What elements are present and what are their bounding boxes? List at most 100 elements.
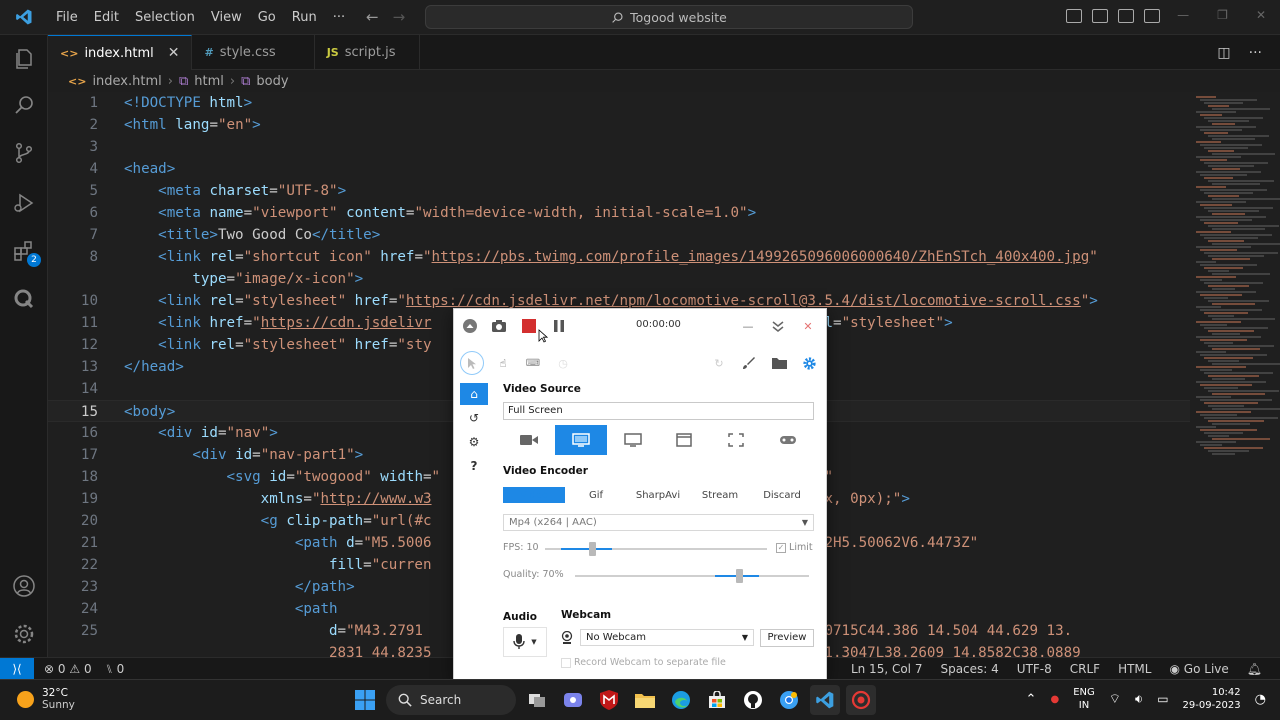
- line-ending[interactable]: CRLF: [1070, 662, 1100, 676]
- region-source-icon[interactable]: [710, 425, 762, 455]
- source-control-icon[interactable]: [12, 141, 36, 165]
- weather-widget[interactable]: 32°C Sunny: [17, 687, 75, 711]
- account-icon[interactable]: [12, 574, 36, 598]
- mcafee-icon[interactable]: [594, 685, 624, 715]
- code-line[interactable]: 1 <!DOCTYPE html>: [48, 92, 1190, 114]
- minimize-icon[interactable]: —: [1177, 8, 1189, 22]
- fps-slider-thumb[interactable]: [588, 542, 596, 556]
- code-line[interactable]: 5 <meta charset="UTF-8">: [48, 180, 1190, 202]
- explorer-icon[interactable]: [12, 47, 36, 71]
- gear-icon[interactable]: ⚙: [460, 431, 488, 453]
- record-webcam-option[interactable]: Record Webcam to separate file: [561, 657, 726, 668]
- webcam-select[interactable]: No Webcam ▼: [580, 629, 754, 646]
- wifi-icon[interactable]: ⌔: [1109, 691, 1121, 707]
- preview-button[interactable]: Preview: [760, 629, 814, 647]
- quality-slider-thumb[interactable]: [735, 569, 743, 583]
- battery-icon[interactable]: ▭: [1157, 692, 1168, 706]
- camera-source-icon[interactable]: [503, 425, 555, 455]
- close-window-icon[interactable]: ✕: [1256, 8, 1266, 22]
- monitor-source-icon[interactable]: [607, 425, 659, 455]
- history-icon[interactable]: ↺: [460, 407, 488, 429]
- more-actions-icon[interactable]: ···: [1249, 45, 1262, 61]
- menu-view[interactable]: View: [203, 10, 250, 25]
- toggle-panel-icon[interactable]: [1092, 9, 1108, 23]
- collapse-up-icon[interactable]: [461, 317, 479, 335]
- brush-icon[interactable]: [740, 354, 758, 372]
- search-view-icon[interactable]: [12, 93, 36, 117]
- run-debug-icon[interactable]: [12, 191, 36, 215]
- tab-script-js[interactable]: JS script.js: [315, 35, 421, 70]
- breadcrumb-item[interactable]: html: [194, 74, 224, 89]
- tab-index-html[interactable]: <> index.html ✕: [48, 35, 193, 70]
- collapse-double-chevron-icon[interactable]: [769, 317, 787, 335]
- remote-indicator-icon[interactable]: ⟩⟨: [0, 657, 34, 680]
- record-webcam-checkbox[interactable]: [561, 657, 571, 668]
- hand-click-icon[interactable]: ☝: [494, 354, 512, 372]
- windows-start-icon[interactable]: [350, 685, 380, 715]
- code-line[interactable]: 4 <head>: [48, 158, 1190, 180]
- code-line[interactable]: type="image/x-icon">: [48, 268, 1190, 290]
- gamepad-source-icon[interactable]: [762, 425, 814, 455]
- edge-browser-icon[interactable]: [666, 685, 696, 715]
- cursor-position[interactable]: Ln 15, Col 7: [851, 662, 923, 676]
- forward-arrow-icon[interactable]: →: [393, 8, 406, 26]
- menu-edit[interactable]: Edit: [86, 10, 127, 25]
- encoding[interactable]: UTF-8: [1017, 662, 1052, 676]
- chrome-browser-icon[interactable]: [774, 685, 804, 715]
- quality-slider-track[interactable]: [575, 575, 809, 577]
- tab-style-css[interactable]: # style.css: [192, 35, 315, 70]
- code-line[interactable]: 3: [48, 136, 1190, 158]
- taskbar-search[interactable]: Search: [386, 685, 516, 715]
- timer-icon[interactable]: ◷: [554, 354, 572, 372]
- notifications-bell-icon[interactable]: 🔔︎: [1247, 662, 1262, 676]
- encoder-tab-gif[interactable]: Gif: [565, 487, 627, 503]
- maximize-icon[interactable]: ❐: [1217, 8, 1228, 22]
- code-line[interactable]: 2 <html lang="en">: [48, 114, 1190, 136]
- screenshot-camera-icon[interactable]: [490, 317, 508, 335]
- code-line[interactable]: 6 <meta name="viewport" content="width=d…: [48, 202, 1190, 224]
- encoder-tab-stream[interactable]: Stream: [689, 487, 751, 503]
- window-source-icon[interactable]: [658, 425, 710, 455]
- go-live-button[interactable]: ◉ Go Live: [1169, 662, 1228, 676]
- split-editor-icon[interactable]: ◫: [1217, 45, 1230, 61]
- command-center[interactable]: Togood website: [425, 5, 913, 29]
- toggle-secondary-sidebar-icon[interactable]: [1118, 9, 1134, 23]
- breadcrumb-item[interactable]: body: [256, 74, 288, 89]
- language-mode[interactable]: HTML: [1118, 662, 1151, 676]
- pointer-cursor-icon[interactable]: [460, 351, 484, 375]
- task-view-icon[interactable]: [522, 685, 552, 715]
- encoder-tab-video[interactable]: Video: [503, 487, 565, 503]
- microsoft-store-icon[interactable]: [702, 685, 732, 715]
- code-line[interactable]: 8 <link rel="shortcut icon" href="https:…: [48, 246, 1190, 268]
- tray-chevron-up-icon[interactable]: ⌃: [1026, 692, 1037, 707]
- toggle-sidebar-icon[interactable]: [1066, 9, 1082, 23]
- close-icon[interactable]: ✕: [799, 317, 817, 335]
- screen-recorder-taskbar-icon[interactable]: [846, 685, 876, 715]
- menu-run[interactable]: Run: [284, 10, 325, 25]
- menu-file[interactable]: File: [48, 10, 86, 25]
- vscode-taskbar-icon[interactable]: [810, 685, 840, 715]
- extensions-icon[interactable]: 2: [12, 239, 41, 267]
- settings-gear-icon[interactable]: [800, 354, 818, 372]
- refresh-icon[interactable]: ↻: [710, 354, 728, 372]
- code-line[interactable]: 7 <title>Two Good Co</title>: [48, 224, 1190, 246]
- indentation[interactable]: Spaces: 4: [940, 662, 998, 676]
- settings-gear-icon[interactable]: [12, 622, 36, 646]
- encoder-tab-discard[interactable]: Discard: [751, 487, 813, 503]
- customize-layout-icon[interactable]: [1144, 9, 1160, 23]
- clock[interactable]: 10:42 29-09-2023: [1183, 686, 1241, 712]
- file-explorer-icon[interactable]: [630, 685, 660, 715]
- folder-icon[interactable]: [770, 354, 788, 372]
- limit-checkbox[interactable]: ✓: [776, 542, 786, 553]
- limit-option[interactable]: ✓ Limit: [776, 542, 813, 553]
- keyboard-icon[interactable]: ⌨: [524, 354, 542, 372]
- menu-selection[interactable]: Selection: [127, 10, 203, 25]
- pause-icon[interactable]: [550, 317, 568, 335]
- close-tab-icon[interactable]: ✕: [168, 45, 180, 61]
- remote-extension-icon[interactable]: [12, 287, 36, 311]
- menu-go[interactable]: Go: [250, 10, 284, 25]
- home-icon[interactable]: ⌂: [460, 383, 488, 405]
- language-indicator[interactable]: ENG IN: [1073, 686, 1095, 712]
- audio-device-button[interactable]: ▼: [503, 627, 547, 657]
- full-screen-source-icon[interactable]: [554, 425, 607, 455]
